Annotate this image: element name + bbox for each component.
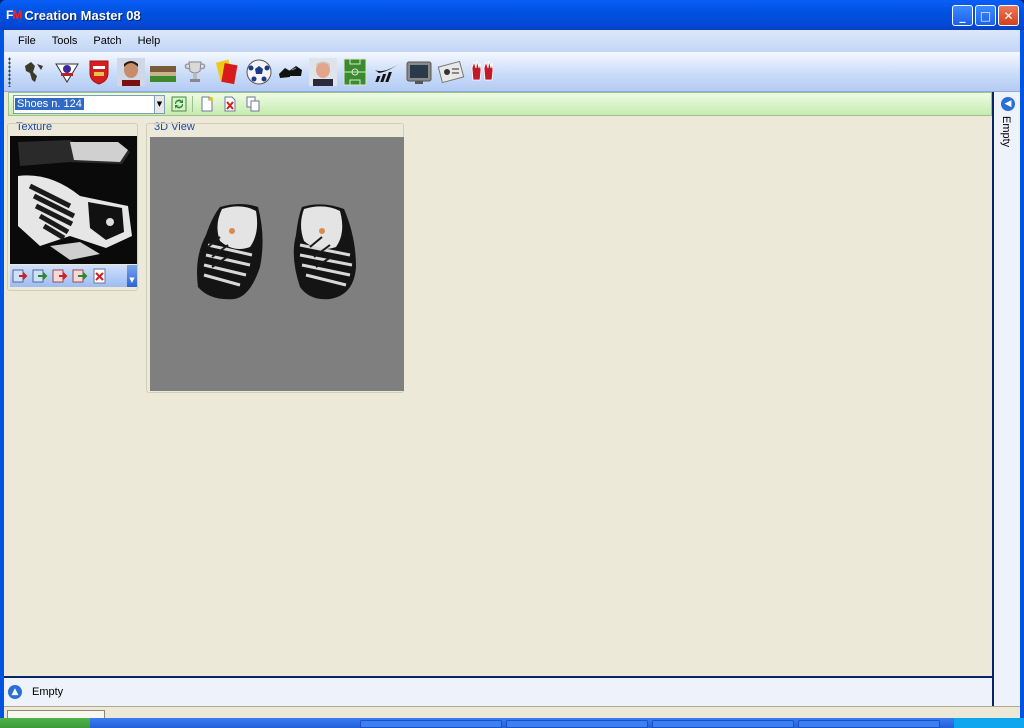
item-toolbar: Shoes n. 124 ▼ (8, 92, 992, 116)
delete-item-icon[interactable] (221, 95, 239, 113)
right-dock-panel[interactable]: ◀ Empty (992, 92, 1020, 706)
chevron-down-icon[interactable]: ▼ (154, 95, 164, 113)
close-button[interactable]: ✕ (998, 5, 1019, 26)
kit-brand-icon[interactable] (373, 56, 401, 88)
client-area: File Tools Patch Help Shoes n. 124 ▼ ◀ E… (4, 30, 1020, 728)
right-dock-label: Empty (1000, 116, 1012, 148)
menu-bar: File Tools Patch Help (4, 30, 1020, 52)
system-tray (954, 718, 1024, 728)
menu-tools[interactable]: Tools (44, 33, 86, 49)
export-alpha-icon[interactable] (72, 268, 88, 284)
taskbar-button[interactable] (506, 720, 648, 728)
arsenal-crest-icon[interactable] (85, 56, 113, 88)
toolbar-separator (192, 96, 193, 112)
gloves-icon[interactable] (469, 56, 497, 88)
texture-toolbar: ▼ (10, 265, 137, 287)
toolbar-grip[interactable] (8, 56, 11, 87)
maximize-button[interactable]: □ (975, 5, 996, 26)
shoes-icon[interactable] (277, 56, 305, 88)
bottom-dock-label: Empty (32, 686, 64, 698)
window-controls: _ □ ✕ (952, 5, 1019, 26)
new-item-icon[interactable] (198, 95, 216, 113)
app-logo-icon: FM (6, 8, 22, 22)
texture-image (10, 136, 137, 264)
window-title: Creation Master 08 (24, 7, 141, 23)
minimize-icon: _ (959, 8, 966, 23)
premier-league-icon[interactable] (53, 56, 81, 88)
referee-card-icon[interactable] (213, 56, 241, 88)
texture-menu-dropdown[interactable]: ▼ (127, 265, 137, 287)
right-shoe-model (293, 204, 356, 300)
taskbar-button[interactable] (652, 720, 794, 728)
stadium-icon[interactable] (149, 56, 177, 88)
windows-taskbar (0, 718, 1024, 728)
copy-item-icon[interactable] (244, 95, 262, 113)
main-toolbar (4, 52, 1020, 92)
taskbar-button[interactable] (360, 720, 502, 728)
3d-view-panel (146, 123, 404, 393)
left-shoe-model (197, 204, 263, 300)
menu-patch[interactable]: Patch (85, 33, 129, 49)
start-button[interactable] (0, 718, 90, 728)
close-icon: ✕ (1003, 8, 1014, 23)
menu-help[interactable]: Help (130, 33, 169, 49)
minimize-button[interactable]: _ (952, 5, 973, 26)
expand-arrow-icon[interactable]: ▲ (8, 685, 22, 699)
item-select-value: Shoes n. 124 (15, 98, 84, 110)
maximize-icon: □ (979, 8, 992, 23)
taskbar-button[interactable] (798, 720, 940, 728)
item-select[interactable]: Shoes n. 124 ▼ (13, 94, 165, 114)
remove-texture-icon[interactable] (92, 268, 108, 284)
title-bar[interactable]: FM Creation Master 08 _ □ ✕ (0, 0, 1024, 30)
world-map-icon[interactable] (21, 56, 49, 88)
trophy-icon[interactable] (181, 56, 209, 88)
ball-icon[interactable] (245, 56, 273, 88)
tv-icon[interactable] (405, 56, 433, 88)
manager-face-icon[interactable] (309, 56, 337, 88)
import-alpha-icon[interactable] (52, 268, 68, 284)
app-window: FM Creation Master 08 _ □ ✕ File Tools P… (0, 0, 1024, 728)
bottom-dock-panel[interactable]: ▲ Empty (4, 676, 992, 706)
scoreboard-icon[interactable] (437, 56, 465, 88)
pitch-icon[interactable] (341, 56, 369, 88)
player-face-icon[interactable] (117, 56, 145, 88)
menu-file[interactable]: File (10, 33, 44, 49)
export-texture-icon[interactable] (32, 268, 48, 284)
3d-view-canvas[interactable] (150, 137, 404, 391)
refresh-icon[interactable] (170, 95, 188, 113)
expand-arrow-icon[interactable]: ◀ (1001, 97, 1015, 111)
import-texture-icon[interactable] (12, 268, 28, 284)
texture-panel: ▼ (7, 123, 138, 291)
